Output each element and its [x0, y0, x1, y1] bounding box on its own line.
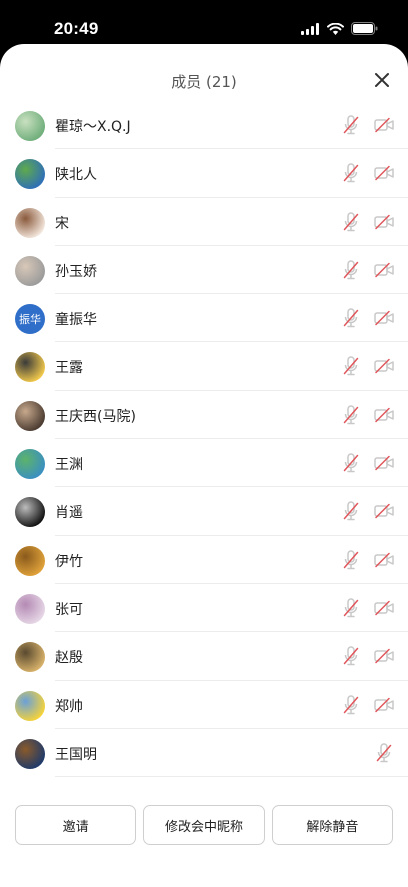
mic-off-icon[interactable] — [343, 453, 359, 473]
mic-off-icon[interactable] — [343, 308, 359, 328]
camera-off-icon[interactable] — [374, 358, 394, 374]
member-name: 张可 — [55, 601, 83, 618]
status-bar: 20:49 — [0, 0, 408, 44]
member-row[interactable]: 王露 — [0, 342, 408, 392]
avatar — [15, 207, 45, 238]
member-name: 王国明 — [55, 746, 97, 763]
member-name: 伊竹 — [55, 553, 83, 570]
member-row[interactable]: 张可 — [0, 584, 408, 633]
member-name: 郑帅 — [55, 698, 83, 715]
camera-off-icon[interactable] — [374, 600, 394, 616]
camera-off-icon[interactable] — [374, 503, 394, 519]
unmute-button[interactable]: 解除静音 — [271, 805, 393, 845]
mic-off-icon[interactable] — [343, 163, 359, 183]
mic-off-icon[interactable] — [343, 211, 359, 232]
avatar — [15, 497, 45, 528]
member-name: 肖遥 — [55, 505, 83, 522]
mic-off-icon[interactable] — [343, 501, 359, 521]
battery-icon — [351, 22, 378, 35]
member-name: 赵殷 — [55, 650, 83, 667]
camera-off-icon[interactable] — [374, 165, 394, 181]
member-row[interactable]: 振华 童振华 — [0, 294, 408, 343]
mic-off-icon[interactable] — [343, 694, 359, 715]
member-row[interactable]: 王庆西(马院) — [0, 391, 408, 440]
status-icons — [301, 22, 378, 35]
camera-off-icon[interactable] — [374, 697, 394, 713]
member-row[interactable]: 伊竹 — [0, 536, 408, 585]
camera-off-icon[interactable] — [374, 455, 394, 471]
rename-nickname-button[interactable]: 修改会中昵称 — [143, 805, 265, 845]
member-name: 孙玉娇 — [55, 263, 97, 280]
mic-off-icon[interactable] — [343, 405, 359, 425]
avatar: 振华 — [15, 304, 45, 335]
avatar — [15, 642, 45, 673]
member-row[interactable]: 赵殷 — [0, 632, 408, 681]
members-sheet: 成员 (21) 瞿琼～X.Q.J 陕北人 宋 孙玉娇 振华 童振华 王露 王庆西… — [0, 44, 408, 887]
member-name: 童振华 — [55, 312, 97, 329]
member-row[interactable]: 瞿琼～X.Q.J — [0, 101, 408, 150]
member-name: 王露 — [55, 360, 83, 377]
status-time: 20:49 — [54, 19, 99, 38]
avatar — [15, 255, 45, 286]
camera-off-icon[interactable] — [374, 407, 394, 423]
member-name: 王庆西(马院) — [55, 408, 136, 425]
member-name: 陕北人 — [55, 167, 97, 184]
mic-off-icon[interactable] — [343, 115, 359, 135]
avatar — [15, 352, 45, 383]
member-row[interactable]: 王国明 — [0, 729, 408, 778]
footer-actions: 邀请 修改会中昵称 解除静音 — [15, 805, 393, 845]
camera-off-icon[interactable] — [374, 648, 394, 664]
avatar — [15, 690, 45, 721]
avatar — [15, 449, 45, 480]
camera-off-icon[interactable] — [374, 117, 394, 133]
sheet-title: 成员 (21) — [171, 73, 237, 91]
signal-icon — [301, 22, 319, 35]
member-row[interactable]: 孙玉娇 — [0, 246, 408, 295]
avatar — [15, 400, 45, 431]
member-name: 瞿琼～X.Q.J — [55, 119, 131, 135]
member-row[interactable]: 郑帅 — [0, 681, 408, 730]
member-row[interactable]: 陕北人 — [0, 149, 408, 198]
avatar — [15, 545, 45, 576]
member-name: 宋 — [55, 215, 69, 232]
invite-button[interactable]: 邀请 — [15, 805, 137, 845]
mic-off-icon[interactable] — [343, 646, 359, 666]
camera-off-icon[interactable] — [374, 310, 394, 326]
camera-off-icon[interactable] — [374, 262, 394, 278]
mic-off-icon[interactable] — [343, 549, 359, 570]
member-name: 王渊 — [55, 457, 83, 474]
camera-off-icon[interactable] — [374, 552, 394, 568]
avatar — [15, 159, 45, 190]
camera-off-icon[interactable] — [374, 214, 394, 230]
member-row[interactable]: 王渊 — [0, 439, 408, 488]
avatar — [15, 593, 45, 624]
mic-off-icon[interactable] — [343, 356, 359, 376]
wifi-icon — [327, 22, 344, 35]
mic-off-icon[interactable] — [376, 743, 392, 763]
member-row[interactable]: 宋 — [0, 198, 408, 247]
avatar — [15, 111, 45, 141]
close-icon[interactable] — [373, 71, 391, 89]
avatar-text: 振华 — [19, 313, 41, 327]
mic-off-icon[interactable] — [343, 598, 359, 618]
avatar — [15, 738, 45, 769]
member-list: 瞿琼～X.Q.J 陕北人 宋 孙玉娇 振华 童振华 王露 王庆西(马院) 王渊 … — [0, 101, 408, 778]
member-row[interactable]: 肖遥 — [0, 487, 408, 536]
mic-off-icon[interactable] — [343, 260, 359, 280]
